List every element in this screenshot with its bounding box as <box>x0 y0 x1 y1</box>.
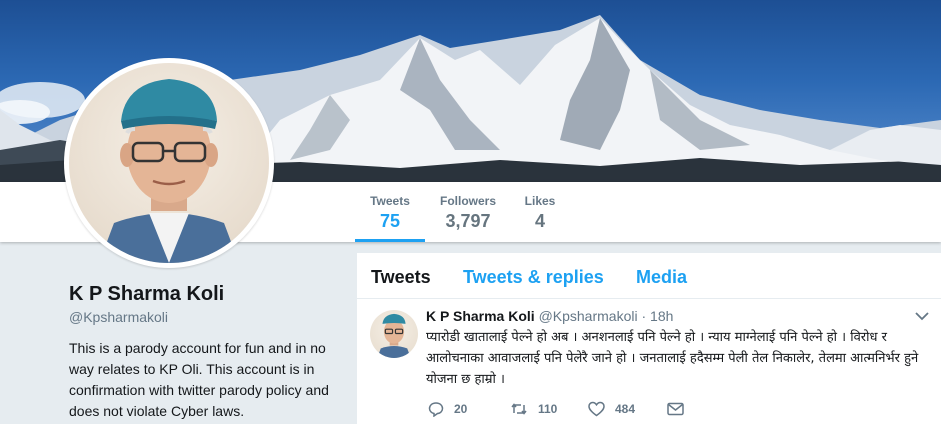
direct-message-icon <box>667 402 684 416</box>
stat-likes-label: Likes <box>524 194 556 208</box>
stat-tweets[interactable]: Tweets 75 <box>355 194 425 242</box>
tweet-header: K P Sharma Koli @Kpsharmakoli · 18h <box>426 308 673 324</box>
stat-tweets-label: Tweets <box>370 194 410 208</box>
tweet-author-name[interactable]: K P Sharma Koli <box>426 308 535 324</box>
stat-likes-value: 4 <box>534 211 545 231</box>
reply-icon <box>428 402 444 417</box>
like-button[interactable]: 484 <box>588 399 635 419</box>
tweet-timestamp[interactable]: 18h <box>650 308 673 324</box>
reply-button[interactable]: 20 <box>428 399 467 419</box>
stat-likes[interactable]: Likes 4 <box>520 194 560 232</box>
tweet-item[interactable]: K P Sharma Koli @Kpsharmakoli · 18h प्या… <box>357 299 941 424</box>
retweet-button[interactable]: 110 <box>510 399 557 419</box>
like-icon <box>588 401 605 417</box>
tab-tweets[interactable]: Tweets <box>371 267 431 288</box>
profile-avatar-image <box>69 63 269 263</box>
reply-count: 20 <box>454 402 468 416</box>
like-count: 484 <box>615 402 636 416</box>
tweet-author-handle[interactable]: @Kpsharmakoli <box>539 308 638 324</box>
retweet-count: 110 <box>538 402 558 416</box>
profile-handle[interactable]: @Kpsharmakoli <box>69 309 168 325</box>
tweet-separator: · <box>641 308 647 324</box>
stat-followers[interactable]: Followers 3,797 <box>436 194 500 232</box>
chevron-down-icon[interactable] <box>915 311 929 321</box>
stat-followers-label: Followers <box>439 194 496 208</box>
stat-followers-value: 3,797 <box>445 211 491 231</box>
timeline-tabs: Tweets Tweets & replies Media <box>357 253 941 299</box>
timeline: Tweets Tweets & replies Media K P Sharma… <box>357 253 941 424</box>
tab-media[interactable]: Media <box>636 267 687 288</box>
tab-tweets-and-replies[interactable]: Tweets & replies <box>463 267 604 288</box>
tweet-text: प्यारोडी खातालाई पेल्ने हो अब । अनशनलाई … <box>426 330 919 387</box>
stat-tweets-value: 75 <box>379 211 401 231</box>
direct-message-button[interactable] <box>667 399 694 419</box>
profile-name[interactable]: K P Sharma Koli <box>69 283 224 306</box>
tweet-avatar[interactable] <box>370 310 418 358</box>
retweet-icon <box>511 403 527 415</box>
profile-bio: This is a parody account for fun and in … <box>69 340 329 419</box>
profile-avatar[interactable] <box>64 58 274 268</box>
